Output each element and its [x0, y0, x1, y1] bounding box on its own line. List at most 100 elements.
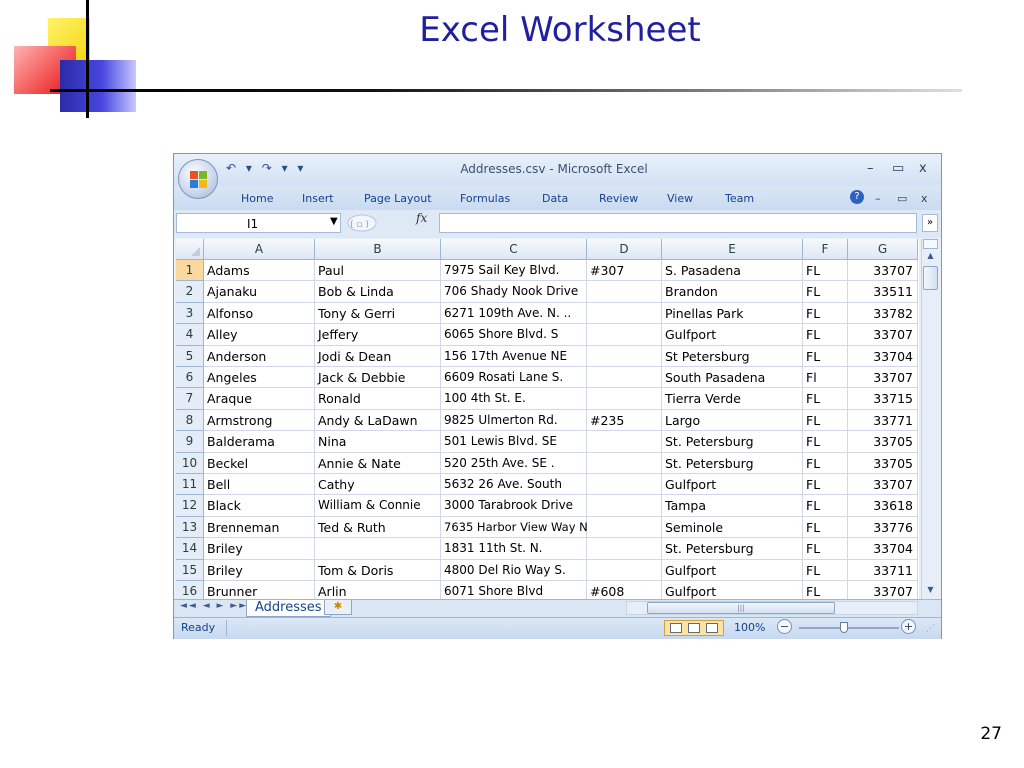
cell-address[interactable]: 6065 Shore Blvd. S	[441, 324, 587, 346]
cell-unit[interactable]	[587, 559, 662, 581]
insert-sheet-icon[interactable]: ✱	[324, 600, 352, 615]
cell-first-name[interactable]: Ronald	[315, 388, 441, 410]
sheet-navigation-arrows[interactable]: ◄◄ ◄ ► ►►	[180, 601, 248, 611]
name-box[interactable]: I1 ▼	[176, 213, 341, 233]
cell-last-name[interactable]: Angeles	[204, 367, 315, 389]
cell-unit[interactable]	[587, 474, 662, 496]
row-header[interactable]: 13	[176, 516, 204, 539]
zoom-in-button[interactable]: +	[901, 619, 916, 634]
cell-first-name[interactable]: Arlin	[315, 581, 441, 599]
zoom-out-button[interactable]: −	[777, 619, 792, 634]
cell-unit[interactable]	[587, 495, 662, 517]
workbook-minimize-button[interactable]: –	[875, 192, 881, 205]
column-header-e[interactable]: E	[662, 239, 803, 260]
window-restore-button[interactable]: ▭	[892, 161, 904, 176]
office-button[interactable]	[178, 159, 218, 199]
cell-zip[interactable]: 33782	[848, 302, 918, 325]
split-box[interactable]	[923, 239, 938, 249]
cell-state[interactable]: FL	[803, 302, 848, 325]
cell-first-name[interactable]: Tom & Doris	[315, 559, 441, 581]
cell-zip[interactable]: 33776	[848, 516, 918, 539]
cell-unit[interactable]	[587, 516, 662, 539]
cell-address[interactable]: 6271 109th Ave. N. ..	[441, 302, 587, 325]
quick-access-toolbar[interactable]: ↶ ▾ ↷ ▾ ▾	[226, 161, 306, 175]
cell-first-name[interactable]: Bob & Linda	[315, 281, 441, 303]
cell-city[interactable]: Tierra Verde	[662, 388, 803, 410]
insert-function-button[interactable]: fx	[416, 211, 427, 225]
row-header[interactable]: 6	[176, 367, 204, 389]
cell-city[interactable]: Seminole	[662, 516, 803, 539]
horizontal-scrollbar[interactable]: |||	[626, 601, 918, 615]
row-header[interactable]: 7	[176, 388, 204, 410]
cell-address[interactable]: 520 25th Ave. SE .	[441, 452, 587, 474]
zoom-level[interactable]: 100%	[734, 621, 765, 634]
cell-unit[interactable]	[587, 431, 662, 453]
cell-address[interactable]: 5632 26 Ave. South	[441, 474, 587, 496]
select-all-button[interactable]	[176, 239, 204, 260]
vertical-scroll-thumb[interactable]	[923, 266, 938, 290]
cell-last-name[interactable]: Brenneman	[204, 516, 315, 539]
column-header-f[interactable]: F	[803, 239, 848, 260]
tab-review[interactable]: Review	[599, 192, 638, 205]
row-header[interactable]: 12	[176, 495, 204, 517]
cell-unit[interactable]	[587, 388, 662, 410]
cell-zip[interactable]: 33618	[848, 495, 918, 517]
cell-address[interactable]: 7635 Harbor View Way N	[441, 516, 588, 539]
cell-city[interactable]: Brandon	[662, 281, 803, 303]
row-header[interactable]: 2	[176, 281, 204, 303]
cell-last-name[interactable]: Ajanaku	[204, 281, 315, 303]
cell-last-name[interactable]: Alley	[204, 324, 315, 346]
cell-state[interactable]: FL	[803, 324, 848, 346]
cell-unit[interactable]	[587, 324, 662, 346]
cell-address[interactable]: 4800 Del Rio Way S.	[441, 559, 587, 581]
cell-first-name[interactable]: Jack & Debbie	[315, 367, 441, 389]
cell-state[interactable]: FL	[803, 538, 848, 560]
cell-zip[interactable]: 33707	[848, 324, 918, 346]
workbook-restore-button[interactable]: ▭	[897, 192, 907, 205]
page-layout-view-icon[interactable]	[688, 623, 700, 633]
cell-address[interactable]: 501 Lewis Blvd. SE	[441, 431, 587, 453]
row-header[interactable]: 3	[176, 302, 204, 325]
horizontal-scroll-thumb[interactable]: |||	[647, 602, 835, 614]
tab-insert[interactable]: Insert	[302, 192, 334, 205]
row-header[interactable]: 10	[176, 452, 204, 474]
cell-unit[interactable]: #307	[587, 260, 662, 282]
cell-state[interactable]: FL	[803, 409, 848, 432]
cell-zip[interactable]: 33704	[848, 345, 918, 367]
cell-first-name[interactable]: Andy & LaDawn	[315, 409, 441, 432]
page-break-view-icon[interactable]	[706, 623, 718, 633]
cell-unit[interactable]	[587, 367, 662, 389]
cell-city[interactable]: Gulfport	[662, 324, 803, 346]
cell-state[interactable]: FL	[803, 431, 848, 453]
tab-data[interactable]: Data	[542, 192, 568, 205]
cell-zip[interactable]: 33707	[848, 474, 918, 496]
cell-zip[interactable]: 33707	[848, 367, 918, 389]
resize-grip-icon[interactable]: ⋰	[926, 624, 935, 634]
scroll-down-arrow-icon[interactable]: ▼	[923, 583, 938, 597]
column-header-a[interactable]: A	[204, 239, 315, 260]
cell-unit[interactable]	[587, 452, 662, 474]
cell-last-name[interactable]: Alfonso	[204, 302, 315, 325]
cell-last-name[interactable]: Balderama	[204, 431, 315, 453]
normal-view-icon[interactable]	[670, 623, 682, 633]
cell-last-name[interactable]: Bell	[204, 474, 315, 496]
vertical-scrollbar[interactable]: ▲ ▼	[921, 239, 940, 599]
cell-first-name[interactable]: Jeffery	[315, 324, 441, 346]
cell-last-name[interactable]: Adams	[204, 260, 315, 282]
row-header[interactable]: 4	[176, 324, 204, 346]
cell-unit[interactable]	[587, 538, 662, 560]
cell-state[interactable]: FL	[803, 581, 848, 599]
cell-state[interactable]: FL	[803, 260, 848, 282]
cell-city[interactable]: Gulfport	[662, 474, 803, 496]
cell-city[interactable]: South Pasadena	[662, 367, 803, 389]
cell-state[interactable]: FL	[803, 559, 848, 581]
cell-zip[interactable]: 33707	[848, 581, 918, 599]
zoom-slider[interactable]	[799, 627, 899, 629]
worksheet-grid[interactable]: A B C D E F G 1 Adams Paul 7975 Sail Key…	[176, 239, 919, 599]
cell-address[interactable]: 9825 Ulmerton Rd.	[441, 409, 587, 432]
tab-formulas[interactable]: Formulas	[460, 192, 510, 205]
workbook-close-button[interactable]: x	[921, 192, 928, 205]
cell-city[interactable]: Gulfport	[662, 581, 803, 599]
cell-state[interactable]: FL	[803, 516, 848, 539]
cell-first-name[interactable]: Paul	[315, 260, 441, 282]
